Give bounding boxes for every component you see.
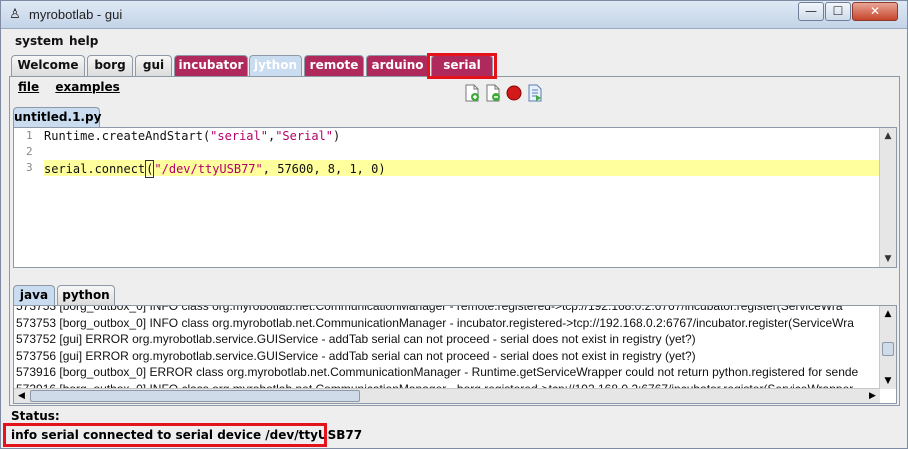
scroll-up-icon[interactable]: ▲	[880, 306, 896, 322]
line-number-gutter: 1 2 3	[14, 128, 42, 267]
string-literal: "serial"	[210, 129, 268, 143]
title-bar[interactable]: ♙ myrobotlab - gui — ☐ ✕	[1, 1, 907, 29]
code-editor[interactable]: 1 2 3 Runtime.createAndStart("serial","S…	[13, 127, 897, 268]
console-horizontal-scrollbar[interactable]: ◀ ▶	[14, 388, 880, 403]
log-lines: 573753 [borg_outbox_0] INFO class org.my…	[16, 305, 878, 397]
tab-java[interactable]: java	[13, 285, 55, 305]
menu-system[interactable]: system	[15, 34, 64, 48]
log-line: 573753 [borg_outbox_0] INFO class org.my…	[16, 315, 854, 330]
scroll-thumb[interactable]	[882, 342, 894, 356]
minimize-button[interactable]: —	[798, 2, 824, 21]
stop-icon[interactable]	[506, 84, 522, 102]
execute-icon[interactable]	[527, 84, 543, 102]
bracket-match: (	[145, 160, 155, 178]
editor-tab-untitled[interactable]: untitled.1.py	[13, 107, 101, 127]
line-number: 1	[26, 129, 33, 142]
string-literal: "/dev/ttyUSB77"	[154, 162, 263, 176]
robot-icon: ♙	[9, 7, 21, 22]
editor-vertical-scrollbar[interactable]: ▲ ▼	[879, 128, 896, 267]
app-window: ♙ myrobotlab - gui — ☐ ✕ system help Wel…	[0, 0, 908, 449]
scroll-up-icon[interactable]: ▲	[880, 128, 896, 144]
tab-python[interactable]: python	[57, 285, 115, 305]
log-line: 573752 [gui] ERROR org.myrobotlab.servic…	[16, 332, 696, 346]
scroll-right-icon[interactable]: ▶	[865, 389, 880, 403]
close-button[interactable]: ✕	[852, 2, 898, 21]
menu-bar: system help	[1, 30, 907, 52]
tab-serial[interactable]: serial	[431, 55, 493, 76]
jython-panel: file examples untitled.1.py 1 2 3 Runtim…	[9, 76, 900, 406]
code-line[interactable]: Runtime.createAndStart("serial","Serial"…	[44, 128, 880, 144]
window-title: myrobotlab - gui	[29, 7, 123, 22]
scroll-left-icon[interactable]: ◀	[14, 389, 29, 403]
maximize-button[interactable]: ☐	[825, 2, 851, 21]
status-bar: info serial connected to serial device /…	[5, 425, 905, 445]
code-line[interactable]: serial.connect("/dev/ttyUSB77", 57600, 8…	[44, 160, 880, 178]
open-file-icon[interactable]	[485, 84, 501, 102]
menu-help[interactable]: help	[69, 34, 98, 48]
code-area[interactable]: Runtime.createAndStart("serial","Serial"…	[44, 128, 880, 267]
line-number: 2	[26, 145, 33, 158]
service-tabs: Welcome borg gui incubator jython remote…	[9, 55, 899, 77]
tab-jython[interactable]: jython	[249, 55, 302, 76]
menu-examples[interactable]: examples	[55, 80, 119, 94]
code-line[interactable]	[44, 144, 880, 160]
tab-welcome[interactable]: Welcome	[11, 55, 85, 76]
string-literal: "Serial"	[275, 129, 333, 143]
python-menu: file examples	[18, 80, 132, 94]
status-label: Status:	[11, 409, 60, 423]
new-file-icon[interactable]	[464, 84, 480, 102]
status-text: info serial connected to serial device /…	[11, 428, 363, 442]
log-line: 573753 [borg_outbox_0] INFO class org.my…	[16, 305, 843, 313]
menu-file[interactable]: file	[18, 80, 39, 94]
scroll-down-icon[interactable]: ▼	[880, 373, 896, 389]
scroll-thumb[interactable]	[30, 390, 360, 402]
scroll-down-icon[interactable]: ▼	[880, 251, 896, 267]
log-console[interactable]: 573753 [borg_outbox_0] INFO class org.my…	[13, 305, 897, 404]
log-line: 573756 [gui] ERROR org.myrobotlab.servic…	[16, 348, 696, 363]
tab-arduino[interactable]: arduino	[366, 55, 429, 76]
console-vertical-scrollbar[interactable]: ▲ ▼	[879, 306, 896, 389]
tab-borg[interactable]: borg	[87, 55, 133, 76]
tab-gui[interactable]: gui	[135, 55, 172, 76]
log-line: 573916 [borg_outbox_0] ERROR class org.m…	[16, 365, 859, 379]
tab-remote[interactable]: remote	[304, 55, 364, 76]
tab-incubator[interactable]: incubator	[174, 55, 248, 76]
line-number: 3	[26, 161, 33, 174]
